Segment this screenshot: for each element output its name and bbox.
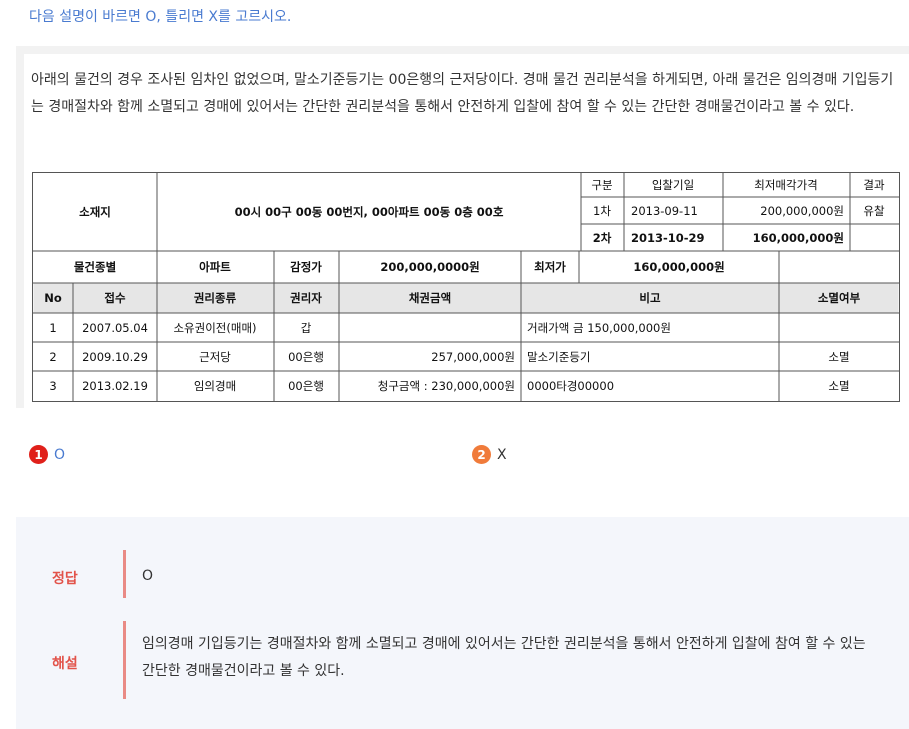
row-3-no: 3 (49, 379, 57, 393)
explanation-text: 임의경매 기입등기는 경매절차와 함께 소멸되고 경매에 있어서는 간단한 권리… (142, 636, 866, 679)
document-image: 소재지 00시 00구 00동 00번지, 00아파트 00동 0층 00호 구… (32, 172, 900, 402)
choices: 1 O 2 X (0, 440, 909, 470)
col-status: 소멸여부 (817, 291, 861, 305)
row-3-holder: 00은행 (288, 379, 324, 393)
type-label: 물건종별 (73, 260, 117, 274)
row-1-no: 1 (49, 321, 57, 335)
round-1: 1차 (593, 204, 611, 218)
question-text: 다음 설명이 바르면 O, 틀리면 X를 고르시오. (29, 9, 292, 25)
row-2-note: 말소기준등기 (527, 350, 591, 364)
row-2-status: 소멸 (828, 350, 850, 364)
row-3-amount: 청구금액 : 230,000,000원 (377, 379, 515, 393)
round-2-price: 160,000,000원 (752, 231, 844, 245)
location-value: 00시 00구 00동 00번지, 00아파트 00동 0층 00호 (234, 205, 504, 219)
answer-divider (123, 550, 126, 598)
row-1-holder: 갑 (300, 321, 312, 335)
col-no: No (44, 291, 62, 305)
col-amount: 채권금액 (408, 291, 452, 305)
col-holder: 권리자 (290, 291, 322, 305)
choice-1-label: O (54, 446, 66, 463)
date-header: 입찰기일 (651, 178, 695, 192)
min-label: 최저가 (534, 260, 566, 274)
location-label: 소재지 (79, 205, 111, 219)
col-note: 비고 (639, 291, 661, 305)
choice-1[interactable]: 1 O (29, 445, 65, 464)
round-1-price: 200,000,000원 (760, 204, 844, 218)
row-1-date: 2007.05.04 (82, 321, 148, 335)
col-date: 접수 (104, 291, 126, 305)
result-header: 결과 (863, 178, 885, 192)
min-price-header: 최저매각가격 (754, 178, 818, 192)
round-1-result: 유찰 (863, 204, 885, 218)
answer-value: O (142, 568, 154, 584)
round-header: 구분 (591, 178, 613, 192)
answer-box: 정답 O 해설 임의경매 기입등기는 경매절차와 함께 소멸되고 경매에 있어서… (16, 517, 909, 729)
choice-2[interactable]: 2 X (472, 445, 507, 464)
explanation-divider (123, 621, 126, 699)
passage-inner: 아래의 물건의 경우 조사된 임차인 없었으며, 말소기준등기는 00은행의 근… (24, 54, 909, 408)
row-2-amount: 257,000,000원 (431, 350, 515, 364)
passage-box: 아래의 물건의 경우 조사된 임차인 없었으며, 말소기준등기는 00은행의 근… (16, 46, 909, 408)
passage-text: 아래의 물건의 경우 조사된 임차인 없었으며, 말소기준등기는 00은행의 근… (31, 72, 894, 115)
row-2-holder: 00은행 (288, 350, 324, 364)
row-3-date: 2013.02.19 (82, 379, 148, 393)
appraisal-value: 200,000,0000원 (380, 260, 480, 274)
choice-1-number: 1 (29, 445, 48, 464)
explanation-label: 해설 (52, 656, 78, 672)
answer-label: 정답 (52, 571, 78, 587)
appraisal-label: 감정가 (290, 260, 322, 274)
row-2-date: 2009.10.29 (82, 350, 148, 364)
round-2-date: 2013-10-29 (631, 231, 705, 245)
row-3-note: 0000타경00000 (527, 379, 615, 393)
row-2-kind: 근저당 (199, 350, 231, 364)
choice-2-number: 2 (472, 445, 491, 464)
row-3-kind: 임의경매 (193, 379, 237, 393)
row-1-note: 거래가액 금 150,000,000원 (527, 321, 671, 335)
round-1-date: 2013-09-11 (631, 204, 698, 218)
col-kind: 권리종류 (193, 291, 237, 305)
row-3-status: 소멸 (828, 379, 850, 393)
choice-2-label: X (497, 446, 507, 463)
round-2: 2차 (592, 231, 612, 245)
row-1-kind: 소유권이전(매매) (173, 321, 257, 335)
min-value: 160,000,000원 (633, 260, 725, 274)
row-2-no: 2 (49, 350, 57, 364)
type-value: 아파트 (199, 260, 231, 274)
